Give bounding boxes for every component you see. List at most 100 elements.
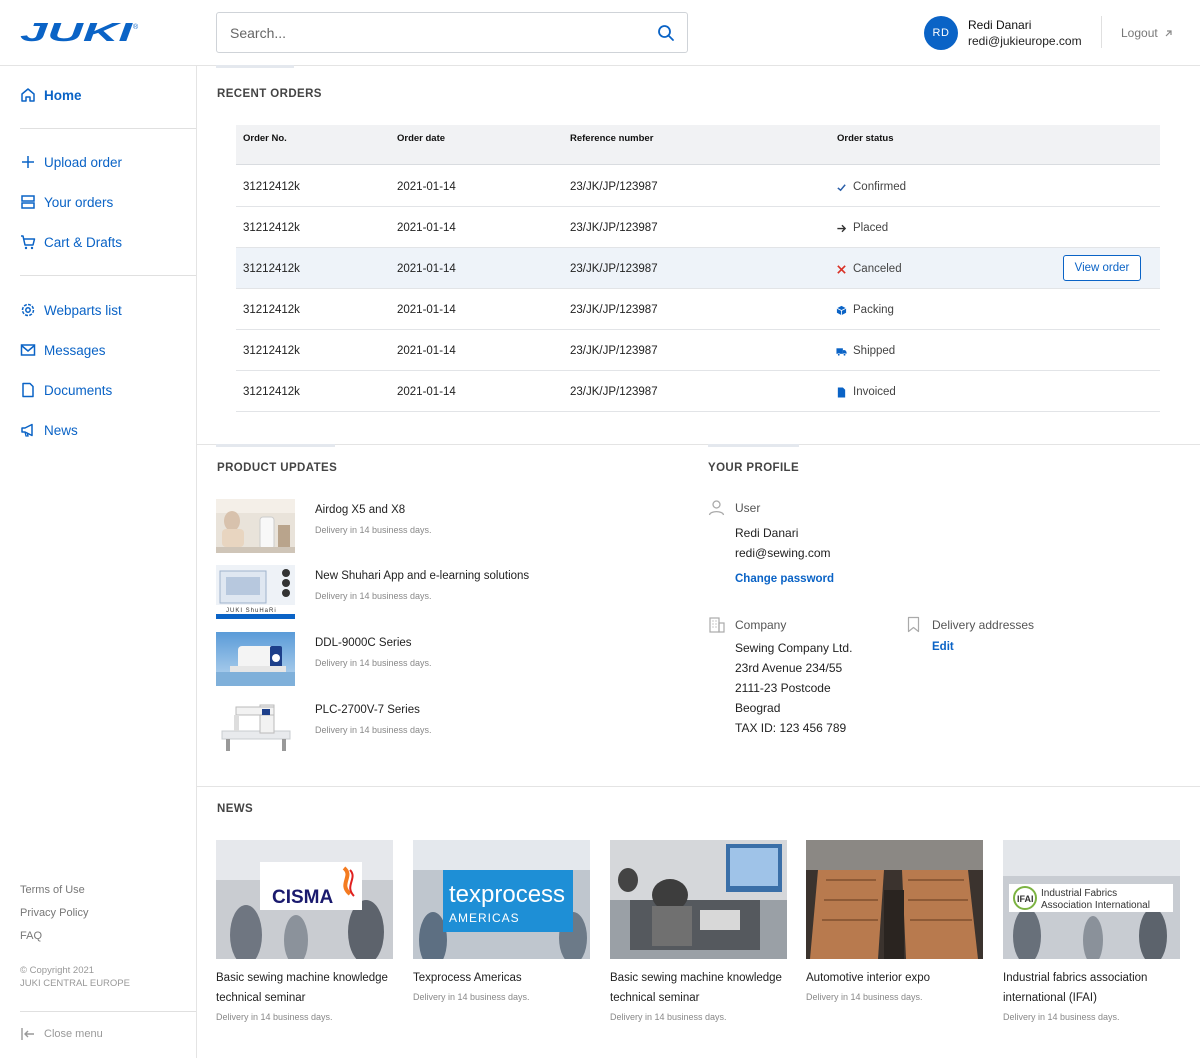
user-email: redi@jukieurope.com: [968, 34, 1082, 48]
sidebar-item-home[interactable]: Home: [20, 87, 82, 103]
copyright-company: JUKI CENTRAL EUROPE: [20, 978, 130, 989]
sidebar-item-label: Messages: [44, 342, 106, 358]
section-divider: [197, 444, 1200, 445]
order-no: 31212412k: [243, 386, 300, 398]
edit-delivery-link[interactable]: Edit: [932, 641, 954, 653]
product-item[interactable]: Airdog X5 and X8 Delivery in 14 business…: [216, 499, 656, 553]
terms-link[interactable]: Terms of Use: [20, 884, 85, 896]
faq-link[interactable]: FAQ: [20, 930, 42, 942]
order-no: 31212412k: [243, 181, 300, 193]
column-order-no[interactable]: Order No.: [243, 133, 287, 144]
news-card[interactable]: CISMA Basic sewing machine knowledge tec…: [216, 840, 393, 1022]
table-row[interactable]: 31212412k 2021-01-14 23/JK/JP/123987 Shi…: [236, 330, 1160, 371]
product-title: Airdog X5 and X8: [315, 504, 406, 516]
search-input[interactable]: [217, 13, 637, 52]
avatar[interactable]: RD: [924, 16, 958, 50]
sidebar-item-upload-order[interactable]: Upload order: [20, 154, 122, 170]
company-address: 23rd Avenue 234/55: [735, 661, 843, 675]
sidebar-item-label: Home: [44, 87, 82, 103]
list-icon: [21, 195, 35, 209]
news-delivery: Delivery in 14 business days.: [1003, 1012, 1120, 1022]
document-icon: [837, 386, 846, 398]
company-tax-id: TAX ID: 123 456 789: [735, 721, 847, 735]
texprocess-logo-text: texprocess: [449, 881, 565, 908]
megaphone-icon: [21, 423, 33, 437]
sidebar-divider: [20, 1011, 196, 1012]
column-reference-number[interactable]: Reference number: [570, 133, 653, 144]
order-no: 31212412k: [243, 222, 300, 234]
sidebar-item-messages[interactable]: Messages: [20, 342, 106, 358]
plus-icon: [22, 156, 34, 168]
reference-number: 23/JK/JP/123987: [570, 181, 658, 193]
news-card[interactable]: IFAI Industrial Fabrics Association Intern…: [1003, 840, 1180, 1022]
change-password-link[interactable]: Change password: [735, 573, 834, 585]
reference-number: 23/JK/JP/123987: [570, 304, 658, 316]
sidebar-item-news[interactable]: News: [20, 422, 78, 438]
close-menu-button[interactable]: Close menu: [20, 1026, 103, 1042]
section-accent: [216, 65, 294, 68]
product-item[interactable]: DDL-9000C Series Delivery in 14 business…: [216, 632, 656, 686]
logout-button[interactable]: Logout: [1121, 26, 1173, 40]
privacy-link[interactable]: Privacy Policy: [20, 907, 88, 919]
table-row[interactable]: 31212412k 2021-01-14 23/JK/JP/123987 Pac…: [236, 289, 1160, 330]
product-title: New Shuhari App and e-learning solutions: [315, 570, 530, 582]
status-label: Placed: [853, 222, 889, 234]
search-box: [216, 12, 688, 53]
column-order-date[interactable]: Order date: [397, 133, 445, 144]
cart-icon: [21, 235, 36, 250]
table-row[interactable]: 31212412k 2021-01-14 23/JK/JP/123987 Inv…: [236, 371, 1160, 412]
collapse-left-icon: [21, 1028, 34, 1040]
status-label: Shipped: [853, 345, 896, 357]
juki-logo[interactable]: JUKI ®: [20, 20, 140, 44]
sidebar-item-cart-drafts[interactable]: Cart & Drafts: [20, 234, 122, 250]
table-row[interactable]: 31212412k 2021-01-14 23/JK/JP/123987 Pla…: [236, 207, 1160, 248]
order-status: Placed: [836, 222, 888, 234]
home-icon: [21, 88, 35, 102]
delivery-addresses-label: Delivery addresses: [905, 616, 1034, 633]
ifai-logo-text: IFAI: [1017, 894, 1034, 904]
status-label: Packing: [853, 304, 894, 316]
sidebar-item-webparts-list[interactable]: Webparts list: [20, 302, 122, 318]
product-image-airdog: [216, 499, 295, 553]
sidebar-divider: [20, 128, 196, 129]
table-row[interactable]: 31212412k 2021-01-14 23/JK/JP/123987 Can…: [236, 248, 1160, 289]
sidebar-divider: [20, 275, 196, 276]
sidebar-item-documents[interactable]: Documents: [20, 382, 112, 398]
orders-table-header: Order No. Order date Reference number Or…: [236, 125, 1160, 165]
user-name: Redi Danari: [968, 18, 1032, 32]
news-title-text: Automotive interior expo: [806, 972, 931, 984]
order-date: 2021-01-14: [397, 304, 456, 316]
status-label: Invoiced: [853, 386, 896, 398]
product-item[interactable]: PLC-2700V-7 Series Delivery in 14 busine…: [216, 699, 656, 753]
product-delivery: Delivery in 14 business days.: [315, 725, 432, 735]
section-accent: [708, 444, 799, 447]
cross-icon: [837, 264, 846, 274]
order-date: 2021-01-14: [397, 386, 456, 398]
search-icon[interactable]: [657, 24, 675, 42]
order-status: Shipped: [836, 345, 895, 357]
order-status: Confirmed: [836, 181, 906, 193]
table-row[interactable]: 31212412k 2021-01-14 23/JK/JP/123987 Con…: [236, 166, 1160, 207]
sidebar-item-label: Webparts list: [44, 302, 122, 318]
sidebar-item-your-orders[interactable]: Your orders: [20, 194, 113, 210]
order-no: 31212412k: [243, 263, 300, 275]
svg-text:JUKI ShuHaRi: JUKI ShuHaRi: [226, 608, 277, 614]
truck-icon: [836, 347, 847, 356]
news-delivery: Delivery in 14 business days.: [610, 1012, 727, 1022]
news-card[interactable]: texprocess AMERICAS Texprocess Americas D…: [413, 840, 590, 1002]
delivery-label-text: Delivery addresses: [932, 617, 1035, 632]
sidebar-item-label: Documents: [44, 382, 113, 398]
news-image-cisma: CISMA: [216, 840, 393, 959]
news-title-text: Industrial fabrics association internati…: [1003, 972, 1148, 1004]
user-label: User: [708, 499, 760, 516]
column-order-status[interactable]: Order status: [837, 133, 894, 144]
order-status: Canceled: [836, 263, 902, 275]
header-divider: [1101, 16, 1102, 48]
view-order-button[interactable]: View order: [1063, 255, 1141, 281]
news-card[interactable]: Automotive interior expo Delivery in 14 …: [806, 840, 983, 1002]
arrow-right-icon: [837, 224, 847, 232]
product-item[interactable]: JUKI ShuHaRi New Shuhari App and e-learn…: [216, 565, 656, 619]
product-image-shuhari: JUKI ShuHaRi: [216, 565, 295, 619]
building-icon: [709, 617, 725, 633]
news-card[interactable]: Basic sewing machine knowledge technical…: [610, 840, 787, 1022]
